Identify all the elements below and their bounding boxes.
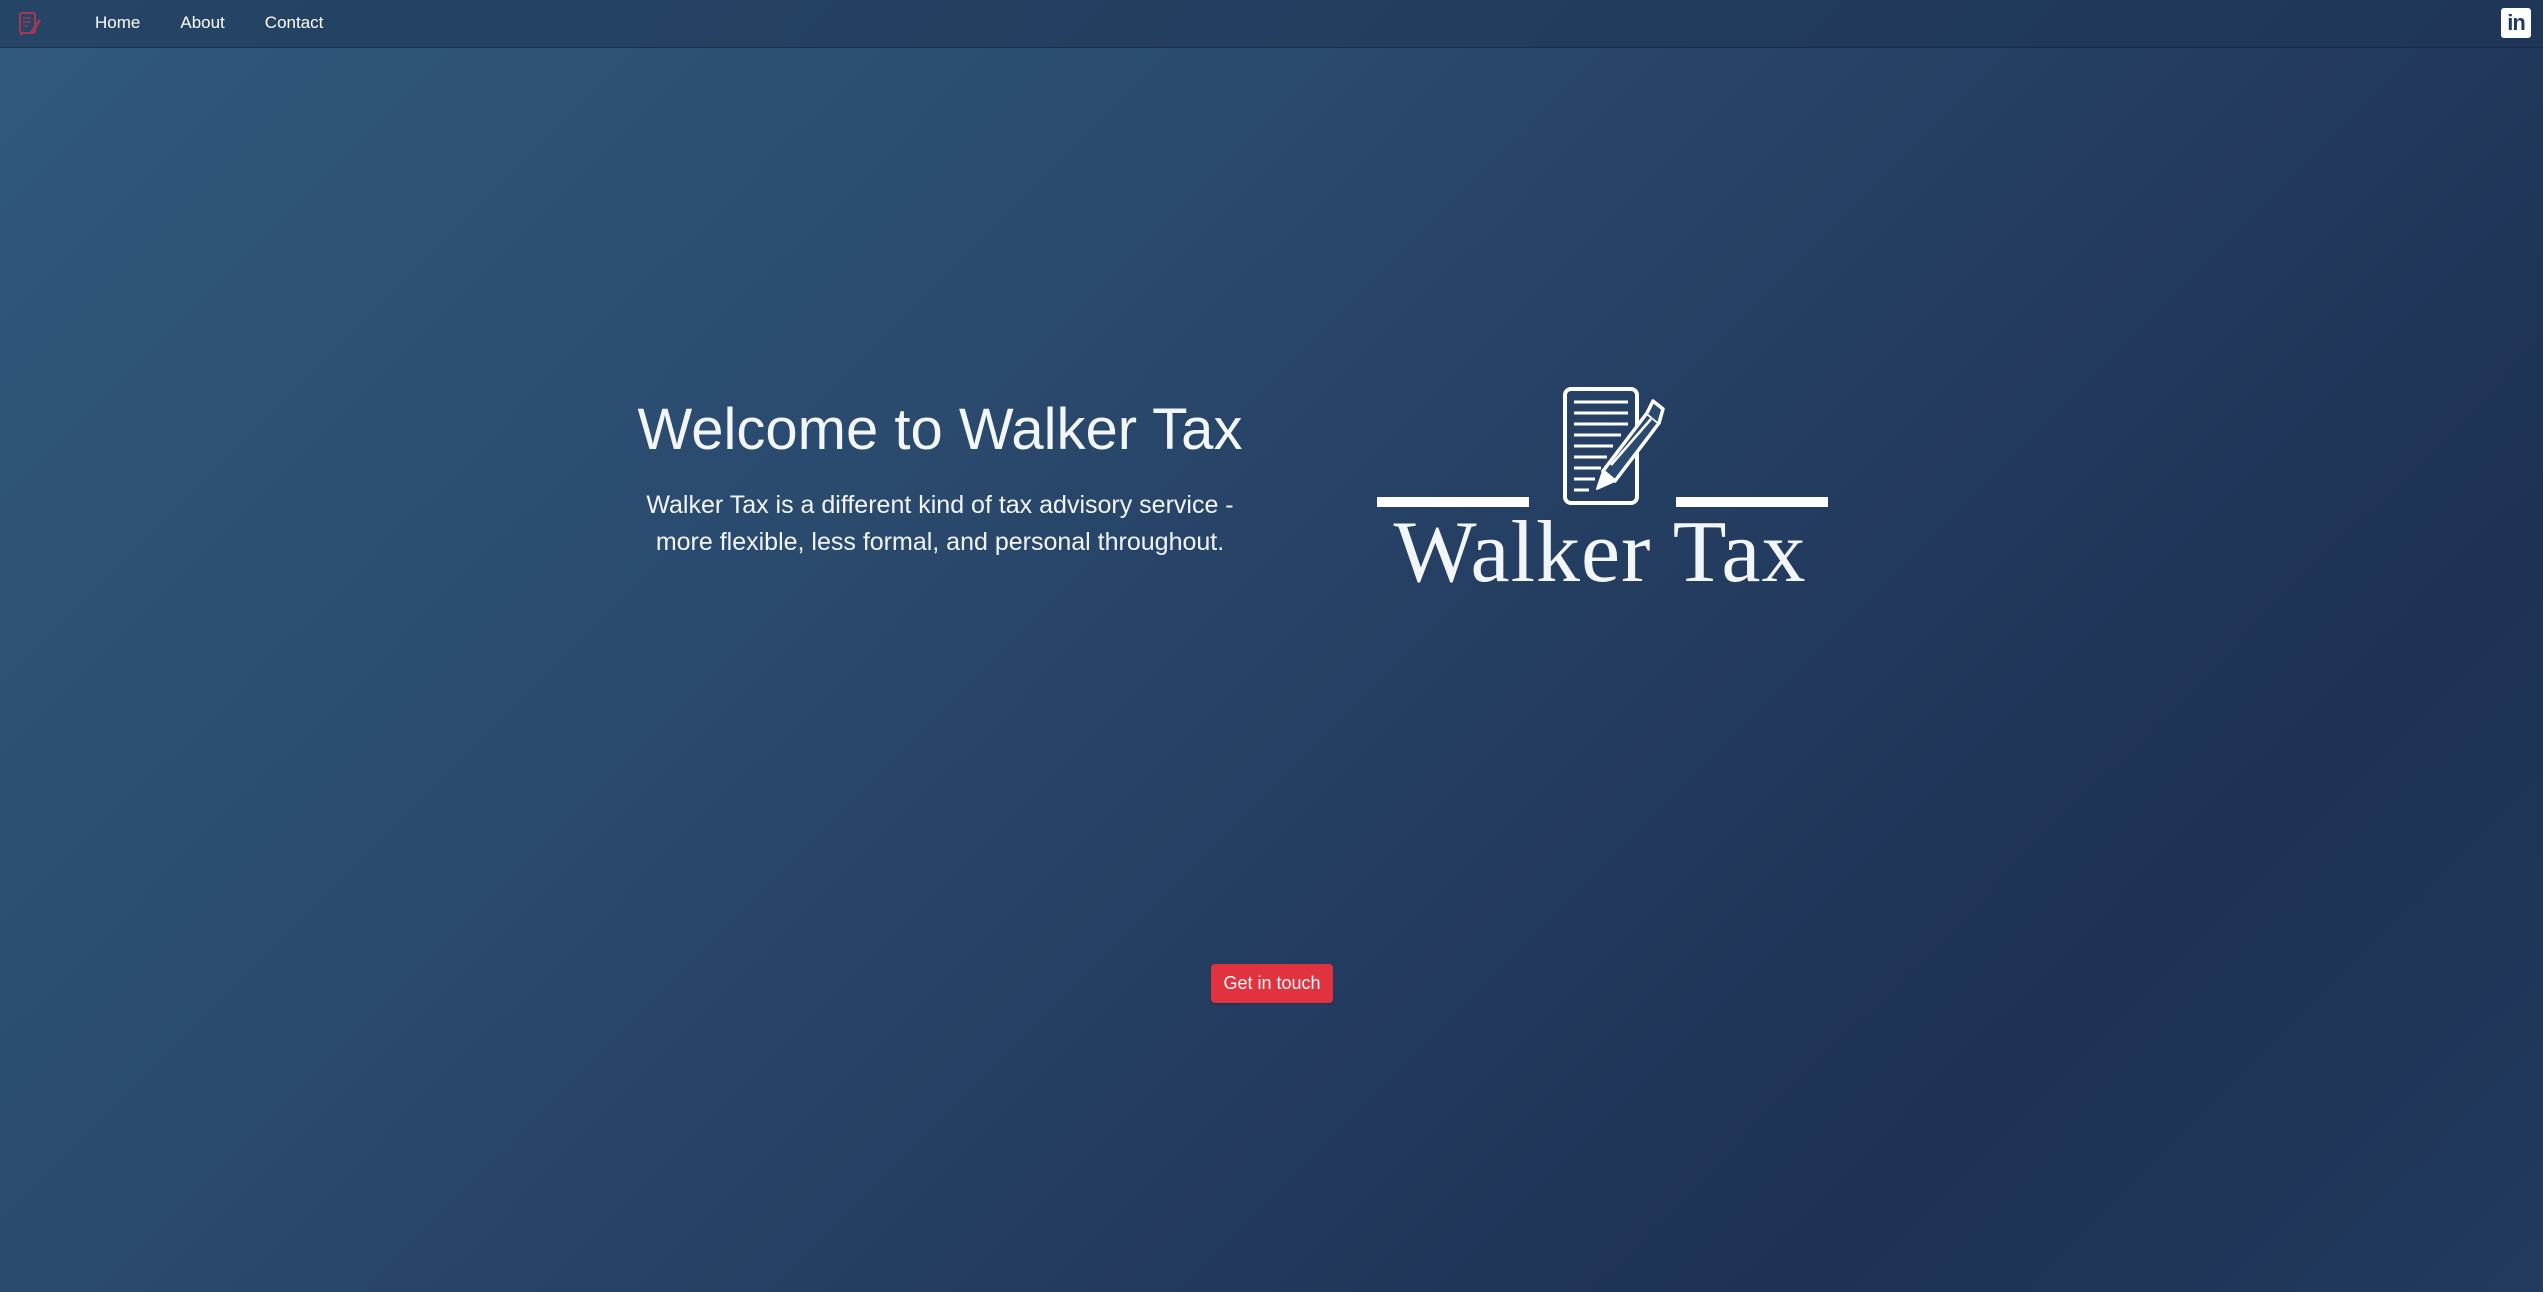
document-pen-icon [1561, 385, 1666, 510]
nav-link-home[interactable]: Home [95, 13, 140, 33]
hero-description-line-1: Walker Tax is a different kind of tax ad… [646, 491, 1234, 519]
walker-tax-logo: Walker Tax [1370, 385, 1830, 615]
hero-description: Walker Tax is a different kind of tax ad… [620, 487, 1260, 561]
brand-logo-icon[interactable] [16, 10, 44, 38]
nav-link-contact[interactable]: Contact [265, 13, 324, 33]
logo-wordmark: Walker Tax [1393, 504, 1807, 601]
get-in-touch-button[interactable]: Get in touch [1211, 964, 1333, 1003]
hero-description-line-2: more flexible, less formal, and personal… [655, 528, 1225, 556]
linkedin-icon-label: in [2507, 10, 2526, 35]
nav-link-about[interactable]: About [180, 13, 224, 33]
linkedin-icon[interactable]: in [2501, 8, 2531, 38]
nav-links: Home About Contact [95, 0, 363, 46]
hero-title: Welcome to Walker Tax [637, 397, 1243, 462]
navbar: Home About Contact in [0, 0, 2543, 48]
